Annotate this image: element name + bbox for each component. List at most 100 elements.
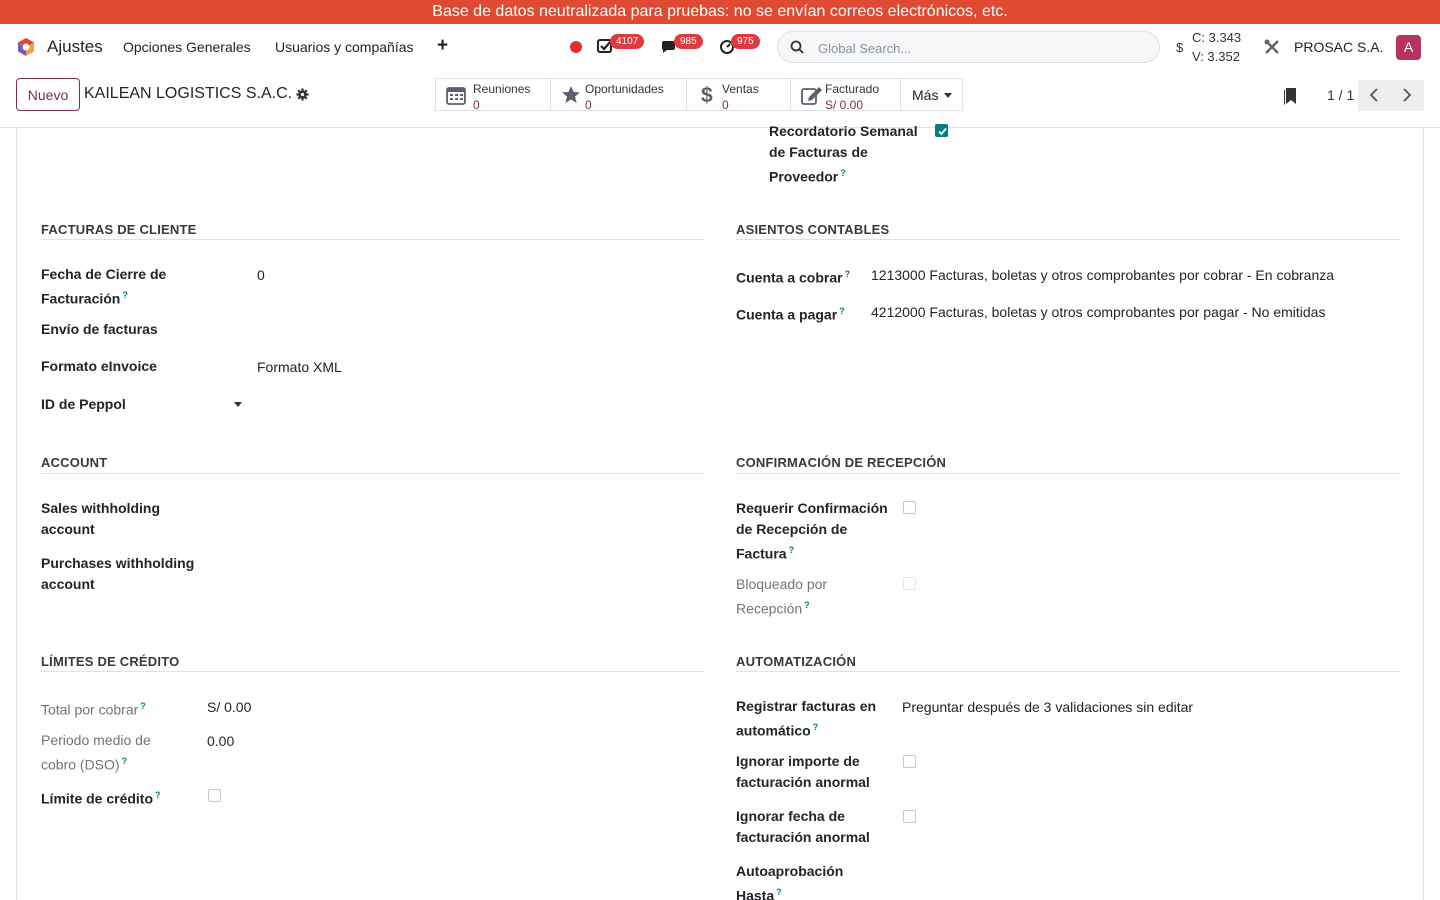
total-receivable-value: S/ 0.00 [207,699,252,715]
help-icon[interactable]: ? [845,269,851,279]
section-divider [41,671,705,672]
ignore-abnormal-amount-checkbox[interactable] [903,755,916,768]
require-reception-checkbox[interactable] [903,501,916,514]
field-label-payable-account: Cuenta a pagar? [736,306,845,323]
smart-buttons: Reuniones 0 Oportunidades 0 $ Ventas 0 F… [435,78,963,112]
user-avatar[interactable]: A [1396,35,1421,60]
gear-icon[interactable] [296,88,309,101]
stat-value: 0 [585,98,592,112]
section-divider [736,239,1400,240]
dollar-icon: $ [701,84,713,105]
search-input[interactable] [818,38,1138,58]
company-switcher[interactable]: PROSAC S.A. [1294,39,1383,55]
help-icon[interactable]: ? [840,168,846,178]
stat-value: 0 [722,98,729,112]
field-label-auto-post: Registrar facturas en automático? [736,698,877,739]
section-title-customer-invoices: FACTURAS DE CLIENTE [41,222,197,237]
einvoice-format-select[interactable]: Formato XML [257,357,342,378]
help-icon[interactable]: ? [813,722,819,732]
pager-previous-button[interactable] [1358,80,1391,111]
app-logo-icon[interactable] [16,37,36,57]
edit-invoice-icon [801,87,822,105]
top-navbar: Ajustes Opciones Generales Usuarios y co… [0,24,1440,70]
app-name[interactable]: Ajustes [47,37,103,57]
help-icon[interactable]: ? [789,545,795,555]
field-label-total-receivable: Total por cobrar? [41,701,146,718]
help-icon[interactable]: ? [155,790,161,800]
field-label-invoice-close: Fecha de Cierre de Facturación? [41,266,167,307]
auto-post-select[interactable]: Preguntar después de 3 validaciones sin … [902,697,1193,718]
search-icon [790,40,804,54]
timesheets-count-badge: 975 [731,34,760,49]
menu-users-companies[interactable]: Usuarios y compañías [275,39,414,55]
control-panel: Nuevo KAILEAN LOGISTICS S.A.C. Reuniones… [0,70,1440,128]
help-icon[interactable]: ? [140,701,146,711]
help-icon[interactable]: ? [804,600,810,610]
stat-label: Reuniones [473,82,531,96]
section-divider [41,473,705,474]
recording-dot-icon[interactable] [570,41,582,53]
help-icon[interactable]: ? [122,756,128,766]
stat-meetings[interactable]: Reuniones 0 [436,79,551,112]
help-icon[interactable]: ? [839,306,845,316]
help-icon[interactable]: ? [122,290,128,300]
help-icon[interactable]: ? [776,887,782,897]
dso-value: 0.00 [207,733,235,749]
stat-opportunities[interactable]: Oportunidades 0 [551,79,687,112]
credit-limit-checkbox[interactable] [208,789,221,802]
vendor-reminder-checkbox[interactable] [935,124,948,137]
global-search[interactable] [777,31,1160,63]
receivable-account-field[interactable]: 1213000 Facturas, boletas y otros compro… [871,265,1334,286]
stat-value: 0 [473,98,480,112]
caret-down-icon [944,93,952,98]
field-label-peppol-id: ID de Peppol [41,396,126,412]
tools-icon[interactable] [1263,38,1281,56]
chevron-left-icon [1369,88,1378,102]
ignore-abnormal-date-checkbox[interactable] [903,810,916,823]
section-title-automation: AUTOMATIZACIÓN [736,654,857,669]
messages-count-badge: 985 [674,34,703,49]
pager-next-button[interactable] [1391,80,1424,111]
record-title: KAILEAN LOGISTICS S.A.C. [84,85,293,102]
field-label-einvoice-format: Formato eInvoice [41,358,157,374]
pager-value[interactable]: 1 / 1 [1327,87,1354,103]
section-divider [736,473,1400,474]
section-title-accounting-entries: ASIENTOS CONTABLES [736,222,890,237]
field-label-auto-approval: Autoaprobación Hasta? [736,863,844,900]
stat-value: S/ 0.00 [825,98,864,112]
new-button[interactable]: Nuevo [16,78,80,111]
plus-icon[interactable]: + [437,35,448,57]
stat-sales[interactable]: $ Ventas 0 [687,79,791,112]
section-title-credit-limits: LÍMITES DE CRÉDITO [41,654,180,669]
menu-general-options[interactable]: Opciones Generales [123,39,251,55]
field-label-require-reception: Requerir Confirmación de Recepción de Fa… [736,500,888,562]
checkmark-icon [938,127,947,136]
field-label-blocked-by-reception: Bloqueado por Recepción? [736,576,828,617]
field-label-invoice-sending: Envío de facturas [41,321,158,337]
stat-invoiced[interactable]: Facturado S/ 0.00 [791,79,901,112]
more-label: Más [912,87,939,103]
section-divider [736,671,1400,672]
stat-label: Ventas [722,82,759,96]
field-label-ignore-abnormal-amount: Ignorar importe de facturación anormal [736,753,870,790]
calendar-icon [446,87,466,105]
stat-label: Oportunidades [585,82,664,96]
bookmark-icon[interactable] [1283,87,1297,105]
invoice-close-field[interactable]: 0 [257,265,265,286]
stat-label: Facturado [825,82,880,96]
section-divider [41,239,705,240]
more-dropdown[interactable]: Más [901,79,962,110]
rate-sell: V: 3.352 [1192,49,1240,64]
blocked-by-reception-checkbox[interactable] [903,577,916,590]
payable-account-field[interactable]: 4212000 Facturas, boletas y otros compro… [871,302,1325,323]
section-title-reception-confirmation: CONFIRMACIÓN DE RECEPCIÓN [736,455,947,470]
section-title-account: ACCOUNT [41,455,108,470]
chevron-right-icon [1403,88,1412,102]
field-label-ignore-abnormal-date: Ignorar fecha de facturación anormal [736,808,870,845]
peppol-dropdown-caret-icon[interactable] [234,402,242,407]
svg-text:$: $ [701,84,713,105]
rate-buy: C: 3.343 [1192,30,1242,45]
field-label-purchases-withholding: Purchases withholding account [41,555,195,592]
star-icon [562,86,580,103]
currency-rate-icon: $ [1176,40,1184,55]
